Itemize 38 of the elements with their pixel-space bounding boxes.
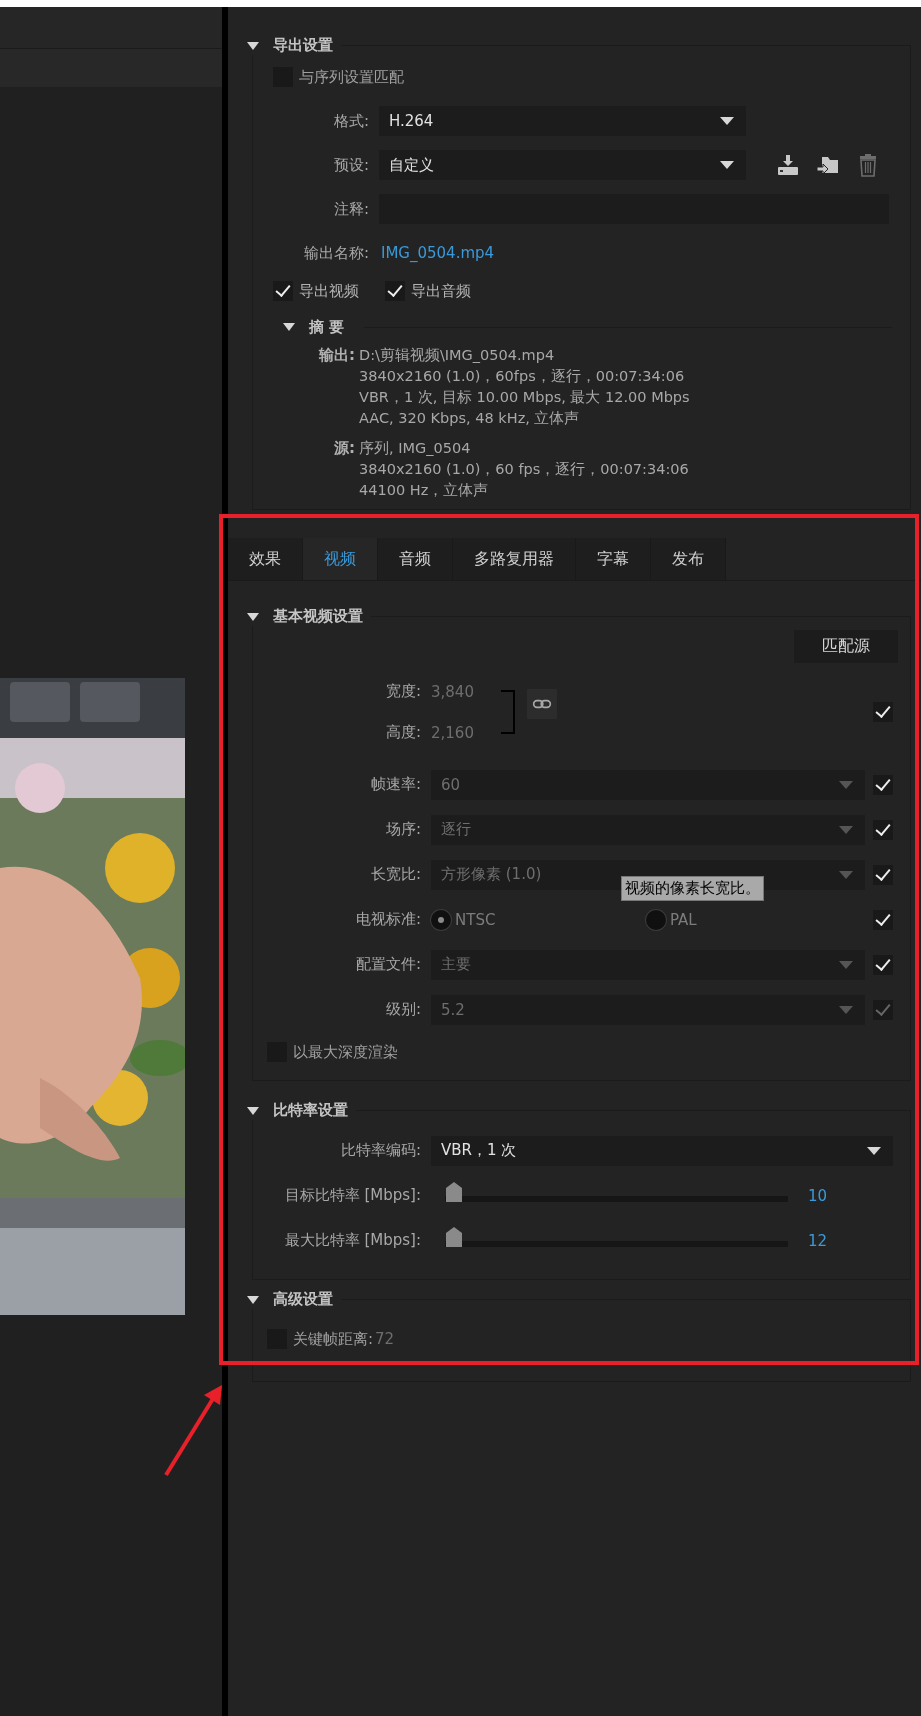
field-label: 目标比特率 [Mbps]: [283, 1186, 422, 1205]
section-title: 基本视频设置 [273, 607, 363, 626]
field-label: 级别: [384, 1000, 422, 1019]
radio-label: NTSC [455, 910, 496, 929]
field-label: 宽度: [384, 682, 422, 701]
summary-label: 源: [333, 438, 355, 459]
section-title: 摘 要 [309, 317, 345, 337]
field-label: 预设: [332, 155, 370, 175]
radio-label: PAL [670, 910, 697, 929]
summary-text: VBR，1 次, 目标 10.00 Mbps, 最大 12.00 Mbps [359, 388, 690, 407]
section-title: 导出设置 [273, 36, 333, 55]
keyframe-value: 72 [375, 1330, 395, 1348]
field-label: 输出名称: [302, 243, 370, 263]
summary-text: D:\剪辑视频\IMG_0504.mp4 [359, 346, 556, 365]
checkbox-label: 与序列设置匹配 [299, 67, 404, 87]
section-title: 比特率设置 [273, 1101, 348, 1120]
summary-text: 44100 Hz，立体声 [359, 481, 490, 500]
checkbox-label: 导出视频 [299, 281, 359, 301]
field-label: 最大比特率 [Mbps]: [283, 1231, 422, 1250]
field-label: 比特率编码: [339, 1141, 422, 1160]
checkbox-label: 关键帧距离: [293, 1329, 374, 1349]
summary-text: 3840x2160 (1.0)，60 fps，逐行，00:07:34:06 [359, 460, 689, 479]
summary-text: 序列, IMG_0504 [359, 439, 472, 458]
checkbox-label: 导出音频 [411, 281, 471, 301]
field-label: 注释: [332, 199, 370, 219]
field-label: 格式: [332, 111, 370, 131]
tooltip: 视频的像素长宽比。 [621, 876, 764, 901]
summary-label: 输出: [317, 345, 355, 366]
checkbox-label: 以最大深度渲染 [293, 1042, 398, 1062]
summary-text: AAC, 320 Kbps, 48 kHz, 立体声 [359, 409, 581, 428]
field-label: 电视标准: [354, 910, 422, 929]
field-label: 帧速率: [369, 775, 422, 794]
field-label: 长宽比: [369, 865, 422, 884]
field-label: 场序: [384, 820, 422, 839]
field-label: 高度: [384, 723, 422, 742]
section-title: 高级设置 [273, 1290, 333, 1309]
summary-text: 3840x2160 (1.0)，60fps，逐行，00:07:34:06 [359, 367, 686, 386]
field-label: 配置文件: [354, 955, 422, 974]
